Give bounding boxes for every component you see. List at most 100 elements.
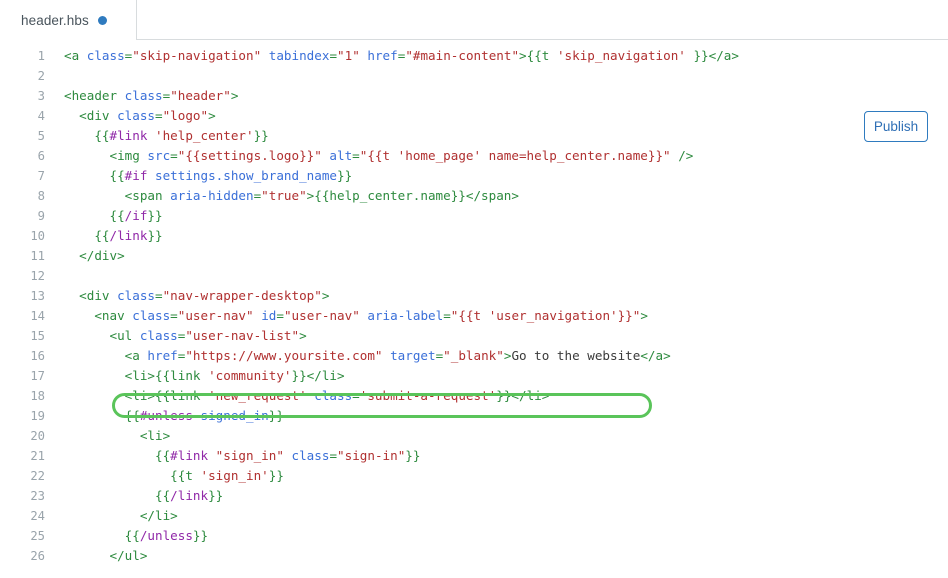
- line-number: 9: [37, 209, 45, 223]
- code-line[interactable]: 26 </ul>: [0, 546, 739, 566]
- code-line-content[interactable]: <li>{{link 'new_request' class='submit-a…: [45, 386, 550, 406]
- code-line-content[interactable]: <li>: [45, 426, 170, 446]
- code-line-content[interactable]: <ul class="user-nav-list">: [45, 326, 307, 346]
- code-token: }}: [147, 228, 163, 243]
- code-token: }}</a>: [685, 48, 739, 63]
- code-line[interactable]: 22 {{t 'sign_in'}}: [0, 466, 739, 486]
- code-token: {{: [109, 208, 125, 223]
- code-line[interactable]: 7 {{#if settings.show_brand_name}}: [0, 166, 739, 186]
- code-lines-container[interactable]: 1 <a class="skip-navigation" tabindex="1"…: [0, 40, 739, 566]
- code-line-content[interactable]: {{#link 'help_center'}}: [45, 126, 268, 146]
- line-number: 6: [37, 149, 45, 163]
- line-number: 4: [37, 109, 45, 123]
- code-line[interactable]: 12: [0, 266, 739, 286]
- code-line[interactable]: 25 {{/unless}}: [0, 526, 739, 546]
- code-line[interactable]: 16 <a href="https://www.yoursite.com" ta…: [0, 346, 739, 366]
- tab-label: header.hbs: [21, 12, 89, 28]
- code-token: 'sign_in': [200, 468, 269, 483]
- code-line-content[interactable]: {{#unless signed_in}}: [45, 406, 284, 426]
- code-line[interactable]: 17 <li>{{link 'community'}}</li>: [0, 366, 739, 386]
- code-token: }}: [147, 208, 163, 223]
- code-line[interactable]: 19 {{#unless signed_in}}: [0, 406, 739, 426]
- line-number: 26: [30, 549, 45, 563]
- code-line-content[interactable]: {{#if settings.show_brand_name}}: [45, 166, 353, 186]
- code-line[interactable]: 11 </div>: [0, 246, 739, 266]
- code-token: >: [230, 88, 239, 103]
- code-line-content[interactable]: </ul>: [45, 546, 147, 566]
- code-line[interactable]: 14 <nav class="user-nav" id="user-nav" a…: [0, 306, 739, 326]
- code-token: "user-nav": [283, 308, 360, 323]
- code-line-content[interactable]: [45, 66, 72, 86]
- code-line-content[interactable]: {{/link}}: [45, 486, 223, 506]
- code-line[interactable]: 9 {{/if}}: [0, 206, 739, 226]
- code-line[interactable]: 15 <ul class="user-nav-list">: [0, 326, 739, 346]
- code-token: <div: [64, 288, 118, 303]
- line-number: 17: [30, 369, 45, 383]
- code-token: >: [640, 308, 648, 323]
- code-line[interactable]: 24 </li>: [0, 506, 739, 526]
- code-token: >{{: [519, 48, 542, 63]
- line-number: 13: [30, 289, 45, 303]
- code-line-content[interactable]: <a href="https://www.yoursite.com" targe…: [45, 346, 671, 366]
- line-number: 5: [37, 129, 45, 143]
- code-line-content[interactable]: </div>: [45, 246, 125, 266]
- code-token: }}: [192, 528, 209, 543]
- code-line[interactable]: 23 {{/link}}: [0, 486, 739, 506]
- code-token: =: [170, 308, 178, 323]
- code-token: "{{t 'home_page' name=help_center.name}}…: [359, 148, 671, 163]
- code-line[interactable]: 10 {{/link}}: [0, 226, 739, 246]
- code-line-content[interactable]: {{/if}}: [45, 206, 163, 226]
- code-token: link: [170, 388, 209, 403]
- code-line[interactable]: 6 <img src="{{settings.logo}}" alt="{{t …: [0, 146, 739, 166]
- code-token: <li>{{: [64, 388, 171, 403]
- code-line[interactable]: 18 <li>{{link 'new_request' class='submi…: [0, 386, 739, 406]
- code-token: =: [155, 108, 163, 123]
- code-line-content[interactable]: <li>{{link 'community'}}</li>: [45, 366, 345, 386]
- code-line-content[interactable]: {{/link}}: [45, 226, 163, 246]
- code-token: =: [329, 448, 338, 463]
- code-line-content[interactable]: <img src="{{settings.logo}}" alt="{{t 'h…: [45, 146, 693, 166]
- code-token: =: [443, 308, 451, 323]
- code-token: settings.show_brand_name: [155, 168, 337, 183]
- code-line[interactable]: 5 {{#link 'help_center'}}: [0, 126, 739, 146]
- code-line[interactable]: 4 <div class="logo">: [0, 106, 739, 126]
- code-token: 'skip_navigation': [556, 48, 686, 63]
- code-line[interactable]: 1 <a class="skip-navigation" tabindex="1"…: [0, 46, 739, 66]
- code-line-content[interactable]: </li>: [45, 506, 178, 526]
- code-token: {{: [124, 528, 140, 543]
- code-token: =: [352, 148, 360, 163]
- line-number: 11: [30, 249, 45, 263]
- code-line-content[interactable]: <a class="skip-navigation" tabindex="1" …: [45, 46, 739, 66]
- code-line-content[interactable]: <div class="nav-wrapper-desktop">: [45, 286, 329, 306]
- code-line-content[interactable]: <div class="logo">: [45, 106, 216, 126]
- code-line[interactable]: 20 <li>: [0, 426, 739, 446]
- code-line-content[interactable]: <span aria-hidden="true">{{help_center.n…: [45, 186, 519, 206]
- code-line-content[interactable]: {{#link "sign_in" class="sign-in"}}: [45, 446, 420, 466]
- code-token: }}: [337, 168, 353, 183]
- code-token: id: [261, 308, 277, 323]
- code-line-content[interactable]: {{/unless}}: [45, 526, 208, 546]
- code-line-content[interactable]: <header class="header">: [45, 86, 238, 106]
- publish-button[interactable]: Publish: [864, 111, 928, 142]
- code-token: href: [367, 48, 398, 63]
- code-line-content[interactable]: [45, 266, 72, 286]
- code-line[interactable]: 2: [0, 66, 739, 86]
- line-number: 14: [30, 309, 45, 323]
- code-line[interactable]: 13 <div class="nav-wrapper-desktop">: [0, 286, 739, 306]
- code-token: >: [299, 328, 307, 343]
- code-token: "user-nav-list": [185, 328, 300, 343]
- tab-header-hbs[interactable]: header.hbs: [0, 0, 137, 40]
- code-line[interactable]: 21 {{#link "sign_in" class="sign-in"}}: [0, 446, 739, 466]
- code-line-content[interactable]: <nav class="user-nav" id="user-nav" aria…: [45, 306, 648, 326]
- code-line[interactable]: 3 <header class="header">: [0, 86, 739, 106]
- code-token: #link: [109, 128, 156, 143]
- line-number: 23: [30, 489, 45, 503]
- code-line-content[interactable]: {{t 'sign_in'}}: [45, 466, 284, 486]
- code-editor[interactable]: Publish 1 <a class="skip-navigation" tabi…: [0, 40, 948, 578]
- code-token: class: [117, 108, 155, 123]
- code-line[interactable]: 8 <span aria-hidden="true">{{help_center…: [0, 186, 739, 206]
- code-token: =: [352, 388, 360, 403]
